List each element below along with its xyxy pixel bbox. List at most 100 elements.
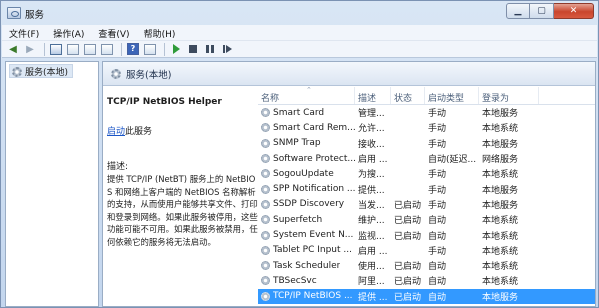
service-description-cell: 阿里...: [358, 277, 385, 288]
start-service-icon[interactable]: [169, 43, 183, 56]
service-description-cell: 维护...: [358, 216, 385, 227]
service-status-cell: 已启动: [394, 216, 422, 227]
close-button[interactable]: ✕: [554, 3, 594, 19]
gear-icon: [261, 184, 270, 194]
service-name-cell: System Event N...: [273, 230, 354, 241]
service-name-cell: Task Scheduler: [273, 260, 341, 271]
gear-icon: [261, 169, 270, 179]
service-name-cell: SSDP Discovery: [273, 199, 345, 210]
service-name-cell: SogouUpdate: [273, 168, 334, 179]
forward-arrow-icon[interactable]: ▶: [23, 43, 37, 56]
pause-service-icon[interactable]: [203, 43, 217, 56]
column-header-startup-type[interactable]: 启动类型: [425, 87, 479, 104]
title-bar[interactable]: 服务 ▁ ▢ ✕: [1, 1, 598, 25]
service-description-cell: 提供...: [358, 185, 385, 196]
services-app-icon: [7, 7, 21, 19]
back-arrow-icon[interactable]: ◀: [6, 43, 20, 56]
table-row[interactable]: Software Protect... 启用 ... 自动(延迟... 网络服务: [258, 151, 595, 166]
console-icon[interactable]: [143, 43, 157, 56]
column-header-log-on-as[interactable]: 登录为: [479, 87, 539, 104]
service-description-cell: 接收...: [358, 139, 385, 150]
service-description-cell: 管理...: [358, 109, 385, 120]
menu-help[interactable]: 帮助(H): [137, 25, 183, 40]
menu-file[interactable]: 文件(F): [2, 25, 46, 40]
table-row-selected[interactable]: TCP/IP NetBIOS ... 提供 ... 已启动 自动 本地服务: [258, 288, 595, 304]
window-title: 服务: [25, 10, 45, 21]
table-row[interactable]: Task Scheduler 使用... 已启动 自动 本地系统: [258, 258, 595, 273]
table-row[interactable]: SogouUpdate 为搜... 手动 本地系统: [258, 166, 595, 181]
gear-icon: [261, 230, 270, 240]
minimize-button[interactable]: ▁: [506, 3, 530, 19]
start-service-line: 启动此服务: [107, 124, 257, 137]
toolbar-separator: [121, 42, 122, 56]
table-row[interactable]: Tablet PC Input ... 启用 ... 手动 本地系统: [258, 243, 595, 258]
gear-icon: [261, 123, 270, 133]
service-login-cell: 本地系统: [482, 262, 519, 273]
service-name-cell: SPP Notification ...: [273, 184, 355, 195]
service-login-cell: 本地服务: [482, 109, 519, 120]
gear-icon: [261, 154, 270, 164]
service-name-cell: Smart Card: [273, 107, 325, 118]
menu-view[interactable]: 查看(V): [91, 25, 136, 40]
services-rows: Smart Card 管理... 手动 本地服务 Smart Card Rem.…: [258, 105, 595, 304]
menu-bar: 文件(F) 操作(A) 查看(V) 帮助(H): [2, 25, 597, 40]
description-label: 描述:: [107, 162, 129, 172]
table-row[interactable]: Smart Card 管理... 手动 本地服务: [258, 105, 595, 120]
service-startup-cell: 自动: [428, 231, 447, 242]
properties-icon[interactable]: [66, 43, 80, 56]
gear-icon: [261, 199, 270, 209]
table-row[interactable]: Superfetch 维护... 已启动 自动 本地系统: [258, 212, 595, 227]
tree-item-services-local[interactable]: 服务(本地): [9, 64, 74, 78]
tree-item-label: 服务(本地): [25, 68, 69, 78]
service-startup-cell: 手动: [428, 170, 447, 181]
service-description-cell: 启用 ...: [358, 246, 388, 257]
service-name-cell: TBSecSvc: [273, 275, 317, 286]
stop-service-icon[interactable]: [186, 43, 200, 56]
gear-icon: [12, 66, 22, 77]
table-row[interactable]: Smart Card Rem... 允许... 手动 本地系统: [258, 120, 595, 135]
service-name-cell: Tablet PC Input ...: [273, 245, 352, 256]
gear-icon: [261, 138, 270, 148]
export-list-icon[interactable]: [100, 43, 114, 56]
column-header-status[interactable]: 状态: [391, 87, 425, 104]
restart-service-icon[interactable]: [220, 43, 234, 56]
service-name-cell: Superfetch: [273, 214, 323, 225]
maximize-button[interactable]: ▢: [530, 3, 554, 19]
service-detail-panel: TCP/IP NetBIOS Helper 启动此服务 描述: 提供 TCP/I…: [107, 97, 258, 248]
table-row[interactable]: TBSecSvc 阿里... 已启动 自动 本地系统: [258, 273, 595, 288]
column-header-name[interactable]: ⌃ 名称: [258, 87, 355, 104]
menu-action[interactable]: 操作(A): [46, 25, 91, 40]
service-login-cell: 本地系统: [482, 231, 519, 242]
services-pane: 服务(本地) TCP/IP NetBIOS Helper 启动此服务 描述: 提…: [102, 61, 596, 307]
table-row[interactable]: SPP Notification ... 提供... 手动 本地服务: [258, 181, 595, 196]
service-login-cell: 本地服务: [482, 185, 519, 196]
table-row[interactable]: SNMP Trap 接收... 手动 本地服务: [258, 136, 595, 151]
table-row[interactable]: System Event N... 监视... 已启动 自动 本地系统: [258, 227, 595, 242]
service-description-cell: 提供 ...: [358, 292, 388, 303]
service-startup-cell: 手动: [428, 139, 447, 150]
show-hide-tree-icon[interactable]: [49, 43, 63, 56]
refresh-icon[interactable]: [83, 43, 97, 56]
service-login-cell: 本地服务: [482, 200, 519, 211]
service-status-cell: 已启动: [394, 231, 422, 242]
start-service-link[interactable]: 启动: [107, 127, 125, 137]
service-description-cell: 监视...: [358, 231, 385, 242]
help-icon[interactable]: ?: [126, 43, 140, 56]
service-startup-cell: 自动: [428, 277, 447, 288]
table-row[interactable]: SSDP Discovery 当发... 已启动 手动 本地服务: [258, 197, 595, 212]
start-service-suffix: 此服务: [125, 127, 153, 137]
selected-service-name: TCP/IP NetBIOS Helper: [107, 97, 222, 107]
gear-icon: [261, 276, 270, 286]
service-login-cell: 本地系统: [482, 277, 519, 288]
list-header: ⌃ 名称 描述 状态 启动类型 登录为: [258, 87, 595, 105]
service-description-cell: 为搜...: [358, 170, 385, 181]
column-header-description[interactable]: 描述: [355, 87, 391, 104]
service-startup-cell: 手动: [428, 109, 447, 120]
service-startup-cell: 自动(延迟...: [428, 155, 477, 166]
service-name-cell: Smart Card Rem...: [273, 122, 355, 133]
gear-icon: [261, 215, 270, 225]
services-window: 服务 ▁ ▢ ✕ 文件(F) 操作(A) 查看(V) 帮助(H) ◀ ▶ ? 服…: [0, 0, 599, 308]
service-status-cell: 已启动: [394, 292, 422, 303]
service-description-cell: 启用 ...: [358, 155, 388, 166]
gear-icon: [261, 261, 270, 271]
